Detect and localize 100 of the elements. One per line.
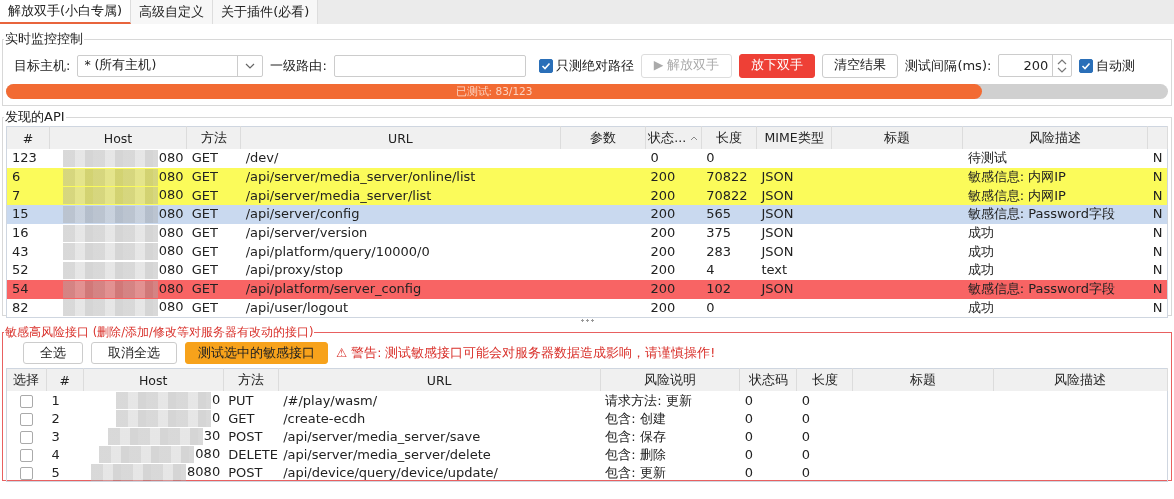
- column-header[interactable]: URL: [240, 126, 561, 149]
- row-checkbox[interactable]: [20, 430, 34, 444]
- stop-button[interactable]: 放下双手: [739, 53, 816, 78]
- extra-cell: N: [1152, 299, 1163, 315]
- risk-cell: 敏感信息: 内网IP: [967, 187, 1066, 203]
- risk-note-cell: 包含: 删除: [605, 446, 666, 462]
- risk-cell: 成功: [967, 262, 994, 278]
- column-header[interactable]: #: [46, 368, 84, 391]
- column-header[interactable]: 方法: [223, 368, 279, 391]
- length-cell: 0: [801, 446, 810, 462]
- route-field[interactable]: [333, 54, 526, 77]
- tab[interactable]: 关于插件(必看): [213, 0, 319, 24]
- row-number: 52: [12, 262, 29, 278]
- host-cell: 080: [158, 149, 184, 165]
- url-cell: /api/platform/server_config: [245, 281, 422, 297]
- status-cell: 200: [650, 187, 676, 203]
- column-header[interactable]: URL: [278, 368, 601, 391]
- mime-cell: JSON: [761, 243, 794, 259]
- table-row[interactable]: 52 080 GET /api/proxy/stop 200 4 text 成功 N: [6, 261, 1168, 280]
- splitter-grip[interactable]: [580, 319, 594, 322]
- row-checkbox[interactable]: [20, 448, 34, 462]
- host-dropdown[interactable]: * (所有主机): [77, 54, 264, 77]
- table-row[interactable]: 82 080 GET /api/user/logout 200 0 成功 N: [6, 298, 1168, 318]
- method-cell: GET: [191, 187, 218, 203]
- field-label: 目标主机:: [14, 56, 71, 75]
- interval-spinner[interactable]: 200: [998, 54, 1073, 77]
- column-header[interactable]: 状态码: [739, 368, 797, 391]
- table-row[interactable]: 43 080 GET /api/platform/query/10000/0 200 283 JSON 成功 N: [6, 242, 1168, 262]
- column-header[interactable]: #: [6, 126, 50, 149]
- risk-note-cell: 包含: 创建: [605, 410, 666, 426]
- deselect-all-button[interactable]: 取消全选: [91, 342, 177, 364]
- method-cell: GET: [228, 410, 255, 426]
- tab[interactable]: 解放双手(小白专属): [0, 0, 132, 24]
- test-selected-button[interactable]: 测试选中的敏感接口: [185, 342, 328, 364]
- row-number: 123: [12, 150, 37, 166]
- length-cell: 0: [706, 299, 715, 315]
- column-header[interactable]: MIME类型: [756, 126, 832, 149]
- warning-text: ⚠ 警告: 测试敏感接口可能会对服务器数据造成影响，请谨慎操作!: [336, 344, 716, 362]
- url-cell: /api/server/media_server/delete: [283, 446, 491, 462]
- url-cell: /api/platform/query/10000/0: [245, 243, 430, 259]
- table-row[interactable]: 15 080 GET /api/server/config 200 565 JSON 敏感信息: Password字段 N: [6, 205, 1168, 224]
- column-header[interactable]: Host: [49, 126, 187, 149]
- column-header[interactable]: 状态...: [645, 126, 702, 149]
- row-checkbox[interactable]: [20, 412, 34, 426]
- column-header[interactable]: 风险说明: [600, 368, 740, 391]
- column-header[interactable]: 标题: [852, 368, 994, 391]
- length-cell: 0: [706, 150, 715, 166]
- risk-cell: 成功: [967, 225, 994, 241]
- group-title: 敏感高风险接口 (删除/添加/修改等对服务器有改动的接口): [4, 325, 315, 340]
- url-cell: /create-ecdh: [283, 410, 366, 426]
- url-cell: /api/server/version: [245, 225, 368, 241]
- mime-cell: JSON: [761, 225, 794, 241]
- host-cell: 30: [203, 427, 221, 443]
- column-header[interactable]: 方法: [186, 126, 241, 149]
- host-cell: 0: [211, 391, 221, 407]
- column-header[interactable]: 长度: [796, 368, 853, 391]
- method-cell: GET: [191, 169, 218, 185]
- table-row[interactable]: 123 080 GET /dev/ 0 0 待测试 N: [6, 149, 1168, 168]
- risk-note-cell: 包含: 更新: [605, 464, 666, 480]
- status-cell: 0: [744, 446, 754, 462]
- length-cell: 0: [801, 464, 810, 480]
- row-number: 15: [12, 206, 29, 222]
- host-cell: 080: [158, 280, 184, 296]
- method-cell: GET: [191, 243, 218, 259]
- status-cell: 200: [650, 299, 676, 315]
- column-header[interactable]: 风险描述: [962, 126, 1148, 149]
- select-all-button[interactable]: 全选: [23, 342, 83, 364]
- column-header[interactable]: Host: [83, 368, 224, 391]
- length-cell: 565: [706, 206, 732, 222]
- column-header[interactable]: 选择: [6, 368, 47, 391]
- length-cell: 0: [801, 392, 810, 408]
- status-cell: 200: [650, 206, 676, 222]
- column-header[interactable]: 风险描述: [993, 368, 1168, 391]
- status-cell: 0: [744, 464, 754, 480]
- extra-cell: N: [1152, 169, 1163, 185]
- row-number: 7: [12, 187, 21, 203]
- checkbox-option[interactable]: 只测绝对路径: [538, 56, 634, 75]
- column-header[interactable]: 长度: [701, 126, 757, 149]
- url-cell: /api/user/logout: [245, 299, 349, 315]
- row-number: 54: [12, 281, 29, 297]
- column-header[interactable]: 参数: [560, 126, 646, 149]
- row-number: 5: [51, 464, 60, 480]
- risk-cell: 成功: [967, 299, 994, 315]
- status-cell: 0: [650, 150, 659, 166]
- row-number: 82: [12, 299, 29, 315]
- method-cell: GET: [191, 225, 218, 241]
- clear-button[interactable]: 清空结果: [822, 53, 899, 78]
- url-cell: /#/play/wasm/: [283, 392, 378, 408]
- table-row[interactable]: 7 080 GET /api/server/media_server/list 200 70822 JSON 敏感信息: 内网IP N: [6, 186, 1168, 206]
- row-checkbox[interactable]: [20, 466, 34, 480]
- tab[interactable]: 高级自定义: [131, 0, 214, 24]
- extra-cell: N: [1152, 262, 1163, 278]
- extra-cell: N: [1152, 150, 1163, 166]
- length-cell: 0: [801, 428, 810, 444]
- row-checkbox[interactable]: [20, 394, 34, 408]
- host-cell: 080: [158, 243, 184, 259]
- checkbox-option[interactable]: 自动测: [1079, 56, 1136, 75]
- column-header[interactable]: 标题: [831, 126, 963, 149]
- url-cell: /api/server/media_server/save: [283, 428, 481, 444]
- group-title: 实时监控控制: [4, 30, 84, 48]
